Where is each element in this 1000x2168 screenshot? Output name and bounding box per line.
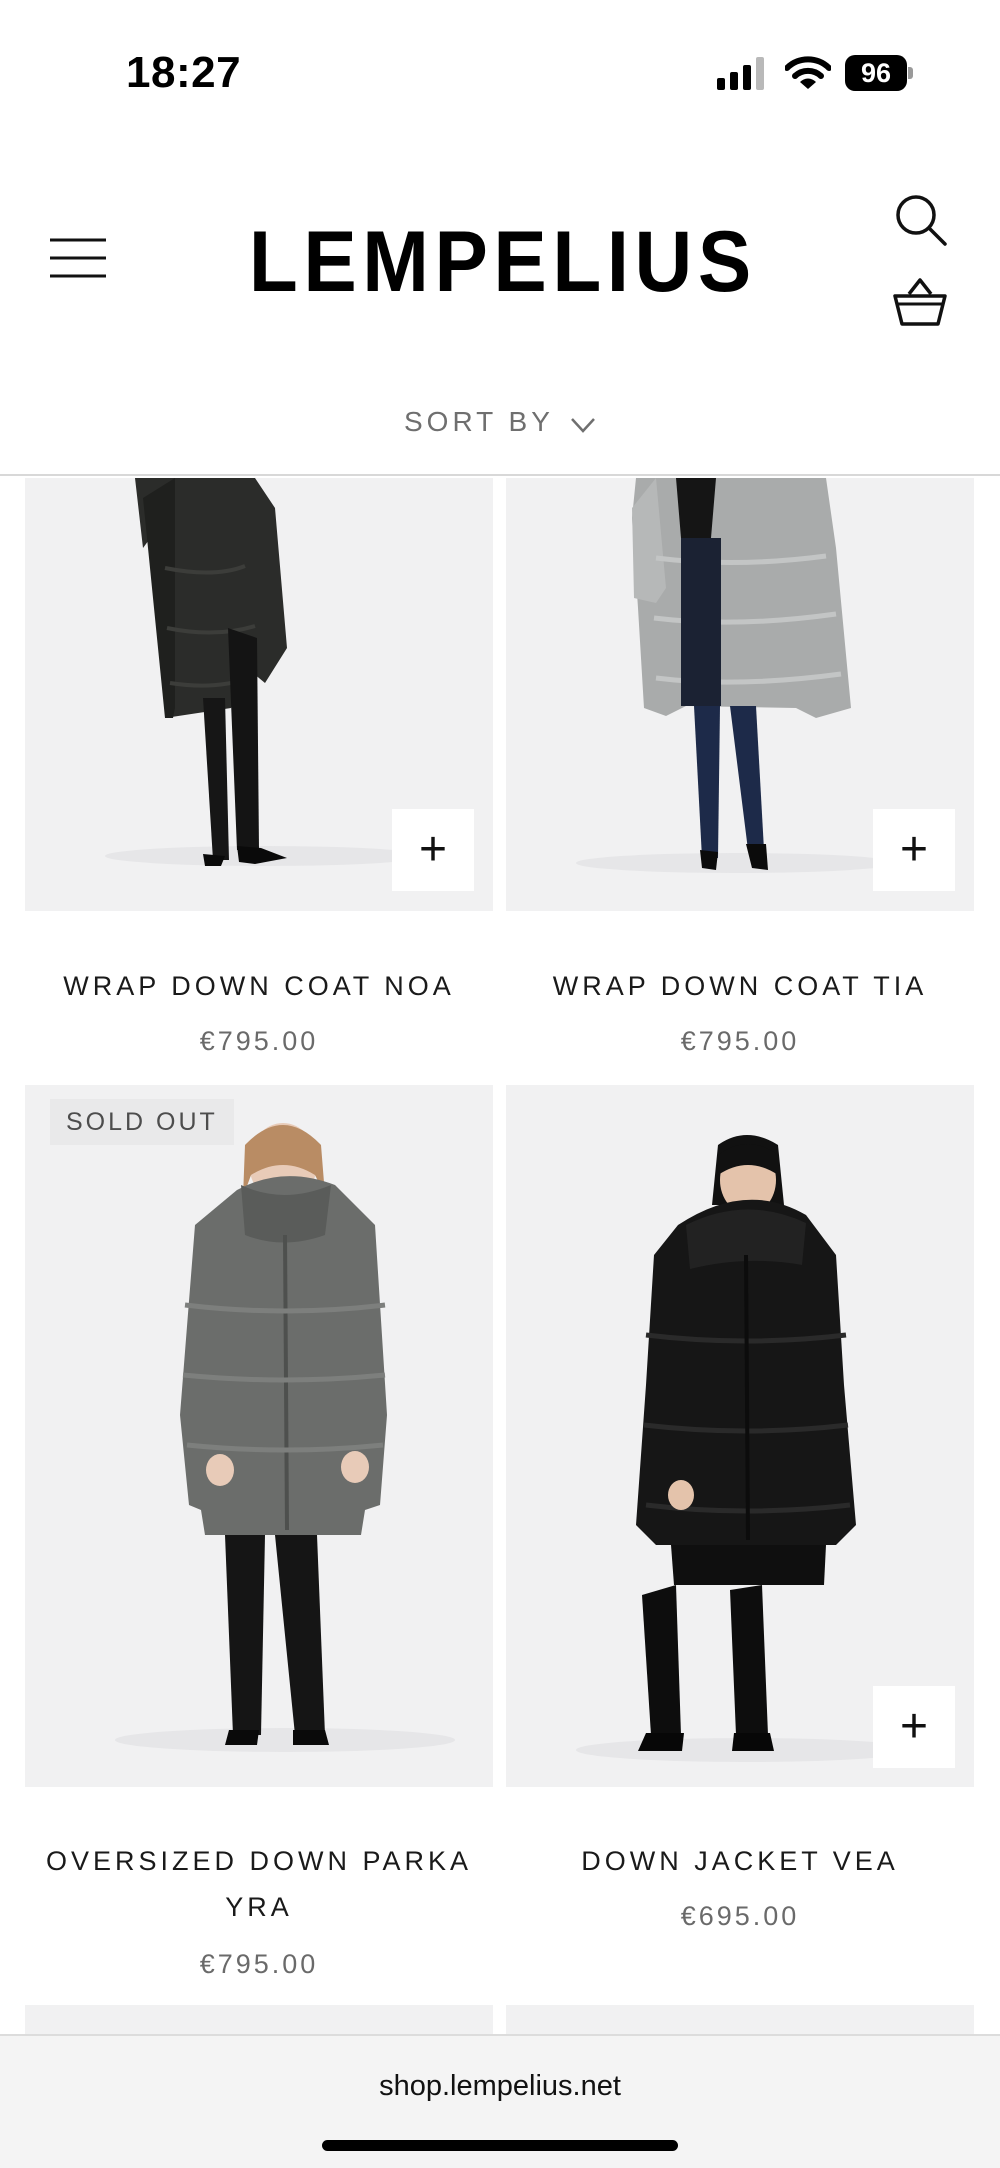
product-price: €795.00 <box>199 1026 319 1056</box>
wifi-icon <box>785 56 831 89</box>
plus-icon: + <box>418 823 448 876</box>
sort-by-label[interactable]: SORT BY <box>404 406 554 438</box>
plus-icon: + <box>899 823 929 876</box>
url-text[interactable]: shop.lempelius.net <box>0 2070 1000 2103</box>
product-name[interactable]: WRAP DOWN COAT NOA <box>25 963 493 1009</box>
parka-photo <box>25 1085 493 1787</box>
product-grid: + WRAP DOWN COAT NOA €795.00 + WRAP DOWN… <box>0 478 1000 2034</box>
shopping-basket-icon[interactable] <box>892 274 948 330</box>
cellular-signal-icon <box>717 57 764 90</box>
browser-address-bar[interactable]: shop.lempelius.net <box>0 2034 1000 2168</box>
product-image[interactable] <box>506 1085 974 1787</box>
site-header: LEMPELIUS <box>0 140 1000 380</box>
add-to-cart-button[interactable]: + <box>873 809 955 891</box>
plus-icon: + <box>899 1700 929 1753</box>
chevron-down-icon[interactable] <box>568 410 598 440</box>
search-icon[interactable] <box>893 192 949 248</box>
product-price: €695.00 <box>680 1901 800 1931</box>
sort-bar[interactable]: SORT BY <box>0 380 1000 476</box>
battery-indicator: 96 <box>845 55 913 91</box>
add-to-cart-button[interactable]: + <box>392 809 474 891</box>
home-indicator[interactable] <box>322 2140 678 2151</box>
jacket-photo <box>506 1085 974 1787</box>
status-time: 18:27 <box>126 48 242 97</box>
product-image[interactable] <box>25 1085 493 1787</box>
status-bar: 18:27 96 <box>0 0 1000 140</box>
battery-tip <box>908 67 913 79</box>
product-name[interactable]: OVERSIZED DOWN PARKA YRA <box>25 1838 493 1930</box>
product-price: €795.00 <box>680 1026 800 1056</box>
product-image-partial[interactable] <box>25 2005 493 2034</box>
product-price: €795.00 <box>199 1949 319 1979</box>
hamburger-menu-icon[interactable] <box>48 236 108 280</box>
add-to-cart-button[interactable]: + <box>873 1686 955 1768</box>
battery-level: 96 <box>845 55 907 91</box>
brand-logo[interactable]: LEMPELIUS <box>249 212 751 312</box>
product-name[interactable]: DOWN JACKET VEA <box>506 1838 974 1884</box>
product-image-partial[interactable] <box>506 2005 974 2034</box>
product-name[interactable]: WRAP DOWN COAT TIA <box>506 963 974 1009</box>
sold-out-badge: SOLD OUT <box>50 1099 234 1145</box>
